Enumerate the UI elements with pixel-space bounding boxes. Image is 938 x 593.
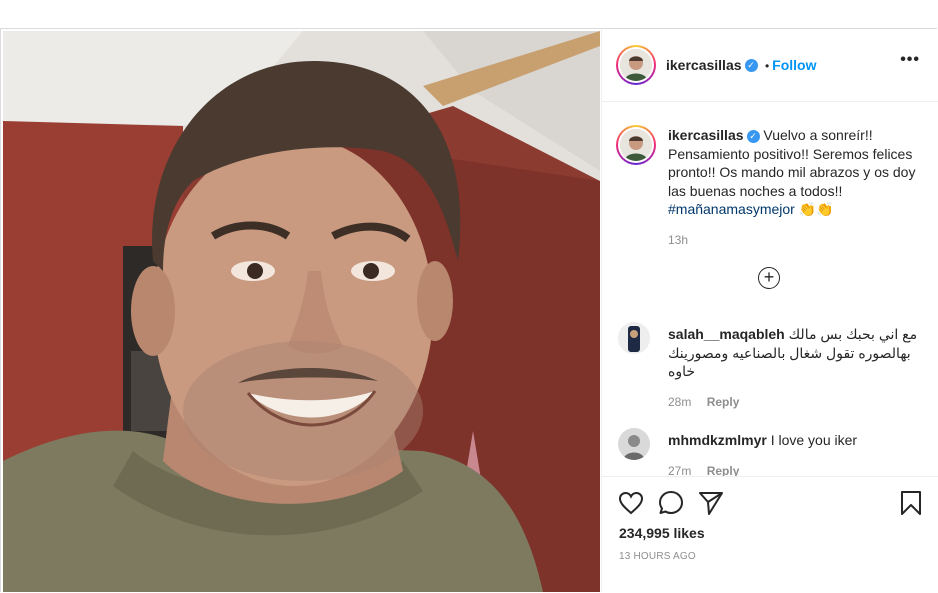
comment-item: mhmdkzmlmyr I love you iker 27m Reply xyxy=(668,431,918,480)
comment-item: salah__maqableh مع اني بحبك بس مالك بهال… xyxy=(668,325,918,411)
follow-separator: • xyxy=(764,59,770,73)
bookmark-icon[interactable] xyxy=(900,490,922,516)
caption-hashtag[interactable]: #mañanamasymejor xyxy=(668,201,795,217)
caption-time[interactable]: 13h xyxy=(668,231,918,250)
post-time-ago[interactable]: 13 HOURS AGO xyxy=(619,551,696,562)
caption-verified-icon: ✓ xyxy=(746,129,760,143)
comment-meta: 28m Reply xyxy=(668,393,918,412)
selfie-image xyxy=(3,31,600,592)
comment-username[interactable]: mhmdkzmlmyr xyxy=(668,432,767,448)
heart-icon[interactable] xyxy=(618,491,644,515)
post-caption: ikercasillas ✓ Vuelvo a sonreír!! Pensami… xyxy=(668,126,918,249)
caption-emoji: 👏👏 xyxy=(798,201,834,217)
comment-icon[interactable] xyxy=(658,490,684,516)
avatar-image xyxy=(620,49,652,81)
comment-username[interactable]: salah__maqableh xyxy=(668,326,785,342)
author-username[interactable]: ikercasillas xyxy=(666,57,742,73)
caption-avatar[interactable] xyxy=(616,125,656,165)
commenter-avatar-image xyxy=(618,428,650,460)
load-more-comments-icon[interactable]: + xyxy=(758,267,780,289)
header-user-line: ikercasillas ✓ • Follow xyxy=(666,57,817,75)
reply-button[interactable]: Reply xyxy=(707,395,740,409)
comment-avatar[interactable] xyxy=(618,428,650,460)
post-header: ikercasillas ✓ • Follow ••• xyxy=(602,29,938,102)
comment-avatar[interactable] xyxy=(618,322,650,354)
post-sidebar: ikercasillas ✓ • Follow ••• ikercasillas ✓ … xyxy=(601,29,938,593)
post-actions: 234,995 likes 13 HOURS AGO xyxy=(602,476,938,593)
follow-button[interactable]: Follow xyxy=(772,57,816,73)
caption-username[interactable]: ikercasillas xyxy=(668,127,744,143)
comment-time[interactable]: 28m xyxy=(668,395,691,409)
likes-count[interactable]: 234,995 likes xyxy=(619,525,705,541)
share-icon[interactable] xyxy=(698,490,724,516)
more-options-icon[interactable]: ••• xyxy=(900,51,920,69)
caption-avatar-image xyxy=(620,129,652,161)
post-photo[interactable] xyxy=(3,31,600,592)
commenter-avatar-image xyxy=(618,322,650,354)
comment-text: I love you iker xyxy=(770,432,858,448)
verified-badge-icon: ✓ xyxy=(744,59,758,73)
author-avatar[interactable] xyxy=(616,45,656,85)
